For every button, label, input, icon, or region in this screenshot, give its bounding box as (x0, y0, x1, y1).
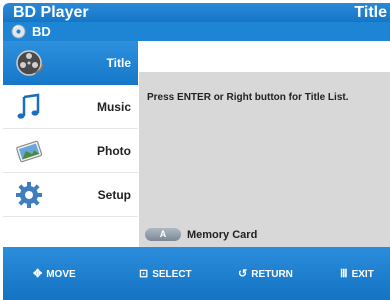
app-title: BD Player (13, 4, 89, 21)
source-bar: BD (3, 22, 390, 41)
select-icon: ⊡ (139, 268, 149, 280)
menu-item-music[interactable]: Music (3, 85, 138, 129)
instruction-text: Press ENTER or Right button for Title Li… (147, 92, 349, 103)
source-label: BD (32, 24, 51, 39)
footer-return: ↺ RETURN (238, 265, 293, 283)
photo-icon (16, 140, 43, 163)
menu-label-setup: Setup (97, 188, 131, 202)
menu-label-music: Music (96, 100, 131, 114)
music-note-icon (17, 93, 40, 119)
menu-label-title: Title (106, 56, 131, 70)
exit-label: EXIT (351, 269, 374, 280)
menu-item-photo[interactable]: Photo (3, 129, 138, 173)
move-label: MOVE (46, 269, 76, 280)
move-arrows-icon: ✥ (33, 268, 43, 280)
return-icon: ↺ (238, 268, 248, 280)
section-title: Title (354, 4, 387, 21)
exit-icon: Ⅲ (340, 268, 348, 280)
footer-move: ✥ MOVE (33, 265, 76, 283)
footer-exit: Ⅲ EXIT (340, 265, 374, 283)
a-key-badge: A (145, 228, 181, 241)
footer-help-bar: ✥ MOVE ⊡ SELECT ↺ RETURN Ⅲ EXIT (3, 247, 390, 300)
disc-icon (11, 24, 26, 39)
title-bar: BD Player Title (3, 3, 390, 22)
return-label: RETURN (251, 269, 293, 280)
footer-select: ⊡ SELECT (139, 265, 192, 283)
bd-player-window: BD Player Title BD Title Music Photo Set… (0, 0, 390, 300)
menu-item-setup[interactable]: Setup (3, 173, 138, 217)
film-reel-icon (16, 50, 44, 76)
select-label: SELECT (152, 269, 192, 280)
gear-icon (16, 182, 42, 208)
memory-card-label: Memory Card (187, 229, 258, 241)
menu-label-photo: Photo (97, 144, 131, 158)
content-panel: Press ENTER or Right button for Title Li… (139, 72, 390, 247)
menu-item-title[interactable]: Title (3, 41, 138, 85)
main-menu: Title Music Photo Setup (3, 41, 138, 246)
